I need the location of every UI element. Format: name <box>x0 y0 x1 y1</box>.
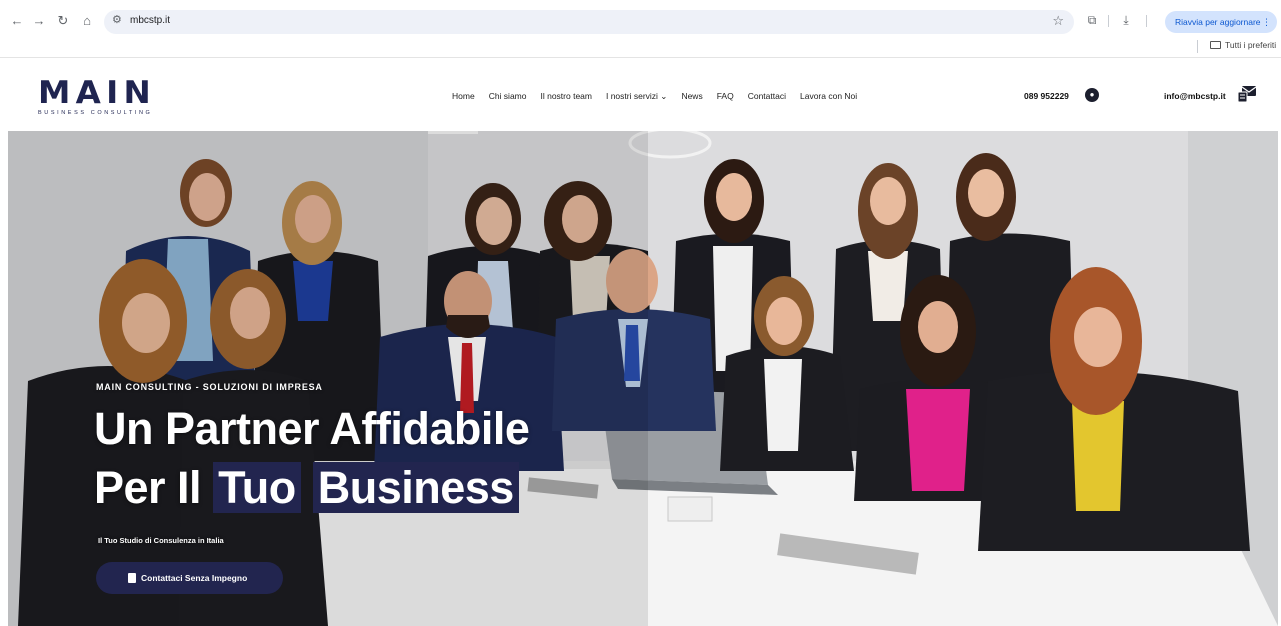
forward-icon[interactable]: → <box>30 12 48 30</box>
reload-icon[interactable]: ↻ <box>54 12 72 30</box>
hero-title-line2: Per Il Tuo Business <box>94 457 519 519</box>
nav-item-lavora[interactable]: Lavora con Noi <box>800 91 857 105</box>
hero-title-plain: Per Il <box>94 462 202 513</box>
address-bar[interactable]: ⚙ mbcstp.it ☆ <box>104 10 1074 34</box>
phone-number[interactable]: 089 952229 <box>1024 91 1069 101</box>
nav-item-chi-siamo[interactable]: Chi siamo <box>489 91 527 105</box>
bookmark-star-icon[interactable]: ☆ <box>1052 13 1064 29</box>
user-circle-icon[interactable]: ● <box>1085 88 1099 102</box>
site-header: MAIN BUSINESS CONSULTING Home Chi siamo … <box>0 59 1281 131</box>
url-text[interactable]: mbcstp.it <box>130 15 170 26</box>
bookmarks-divider <box>1197 40 1198 53</box>
hero-title-highlight-1: Tuo <box>213 462 301 513</box>
nav-item-contattaci[interactable]: Contattaci <box>748 91 786 105</box>
update-button-label: Riavvia per aggiornare <box>1175 17 1261 27</box>
hero-title-highlight-2: Business <box>312 462 519 513</box>
nav-item-home[interactable]: Home <box>452 91 475 105</box>
home-icon[interactable]: ⌂ <box>78 12 96 30</box>
back-icon[interactable]: ← <box>8 12 26 30</box>
hero-team-photo <box>8 131 1278 626</box>
hero-kicker: MAIN CONSULTING - SOLUZIONI DI IMPRESA <box>96 382 323 392</box>
document-icon <box>128 573 136 583</box>
nav-item-servizi[interactable]: I nostri servizi ⌄ <box>606 91 667 105</box>
hero-section: MAIN CONSULTING - SOLUZIONI DI IMPRESA U… <box>8 131 1278 626</box>
toolbar-divider <box>1108 15 1109 27</box>
nav-item-news[interactable]: News <box>681 91 702 105</box>
logo-wordmark: MAIN <box>38 75 156 111</box>
nav-item-team[interactable]: Il nostro team <box>540 91 592 105</box>
site-logo[interactable]: MAIN BUSINESS CONSULTING <box>38 77 188 117</box>
hero-title-line1: Un Partner Affidabile <box>94 403 530 454</box>
toolbar-divider <box>1146 15 1147 27</box>
hero-subtitle: Il Tuo Studio di Consulenza in Italia <box>98 536 224 545</box>
bookmarks-bar: Tutti i preferiti <box>0 36 1281 58</box>
nav-item-faq[interactable]: FAQ <box>717 91 734 105</box>
folder-icon <box>1210 41 1221 49</box>
main-navigation: Home Chi siamo Il nostro team I nostri s… <box>452 91 871 105</box>
more-icon[interactable]: ⋮ <box>1262 11 1271 33</box>
bookmark-folder[interactable]: Tutti i preferiti <box>1210 40 1276 50</box>
update-button[interactable]: Riavvia per aggiornare ⋮ <box>1165 11 1277 33</box>
download-icon[interactable]: ⤓ <box>1118 13 1134 28</box>
contact-cta-button[interactable]: Contattaci Senza Impegno <box>96 562 283 594</box>
email-address[interactable]: info@mbcstp.it <box>1164 91 1226 101</box>
email-icon[interactable] <box>1237 85 1257 103</box>
bookmark-folder-label: Tutti i preferiti <box>1225 40 1277 50</box>
site-settings-icon[interactable]: ⚙ <box>112 13 122 26</box>
cta-label: Contattaci Senza Impegno <box>141 573 248 583</box>
extensions-icon[interactable]: ⧉ <box>1084 13 1100 28</box>
